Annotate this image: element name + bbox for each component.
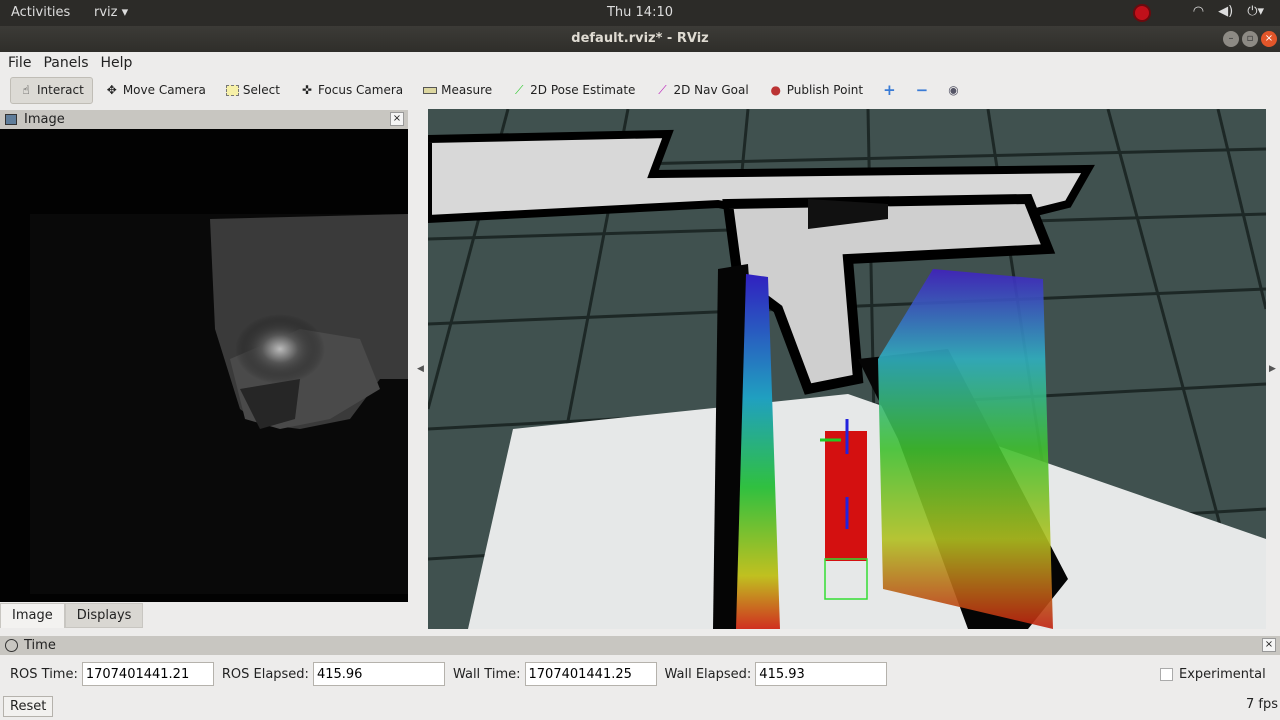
record-icon[interactable] [1133,4,1151,22]
select-icon [225,84,239,96]
menu-file[interactable]: File [8,55,31,71]
pin-icon: ● [770,83,781,97]
image-panel-title: Image [24,112,65,127]
tool-publish-point[interactable]: ● Publish Point [761,77,871,104]
power-icon: ⏻▾ [1247,4,1264,19]
clock[interactable]: Thu 14:10 [0,5,1280,20]
wall-time-field[interactable] [524,662,657,686]
plus-icon: + [883,81,896,99]
left-dock-tabs: Image Displays [0,603,144,628]
green-arrow-icon: ⟋ [514,82,524,97]
tool-label: Focus Camera [317,83,404,97]
ruler-icon [423,86,438,94]
tool-interact[interactable]: ☝ Interact [10,76,93,104]
window-title: default.rviz* - RViz [0,26,1280,52]
image-panel-icon [5,114,17,125]
menu-bar: File Panels Help [0,52,1280,74]
time-fields: ROS Time: ROS Elapsed: Wall Time: Wall E… [10,662,895,686]
tool-label: Select [242,83,280,97]
menu-panels[interactable]: Panels [43,55,88,71]
image-panel-close-button[interactable]: × [390,112,404,126]
ros-time-field[interactable] [81,662,214,686]
reset-button[interactable]: Reset [3,696,54,717]
move-icon: ✥ [106,83,117,97]
tab-image[interactable]: Image [0,603,65,628]
tool-label: Move Camera [122,83,206,97]
checkbox-box[interactable] [1160,668,1173,681]
time-panel-title: Time [24,638,56,653]
tool-label: 2D Pose Estimate [530,83,636,97]
tool-focus-camera[interactable]: ✜ Focus Camera [292,77,411,104]
wifi-icon: ◠ [1192,4,1205,19]
time-panel-header: Time [0,636,1280,655]
time-panel-close-button[interactable]: × [1262,638,1276,652]
fps-counter: 7 fps [1245,697,1278,712]
tool-measure[interactable]: Measure [415,77,500,104]
tool-label: Publish Point [786,83,864,97]
wall-time-label: Wall Time: [452,666,521,682]
tool-label: Interact [37,83,84,97]
tool-label: Measure [441,83,493,97]
purple-arrow-icon: ⟋ [658,82,667,97]
experimental-label: Experimental [1179,667,1266,682]
wall-elapsed-field[interactable] [755,662,888,686]
experimental-checkbox[interactable]: Experimental [1160,667,1266,682]
toolbar: ☝ Interact ✥ Move Camera Select ✜ Focus Cam… [0,75,1280,105]
maximize-button[interactable]: ▫ [1242,31,1258,47]
system-top-bar: Activities rviz ▾ Thu 14:10 ◠ ◀) ⏻▾ [0,0,1280,26]
3d-render-view[interactable] [428,109,1266,629]
3d-scene [428,109,1266,629]
ros-time-label: ROS Time: [10,666,78,682]
focus-icon: ✜ [301,83,312,97]
minimize-button[interactable]: – [1223,31,1239,47]
pointcloud-right [878,269,1053,629]
add-tool-button[interactable]: + [875,77,904,104]
wall-elapsed-label: Wall Elapsed: [664,666,752,682]
minus-icon: − [915,81,929,99]
menu-help[interactable]: Help [101,55,133,71]
depth-image-view [0,129,408,602]
remove-tool-button[interactable]: − [908,77,937,104]
tool-2d-pose-estimate[interactable]: ⟋ 2D Pose Estimate [504,77,643,104]
hand-icon: ☝ [22,83,30,97]
eye-icon: ◉ [948,83,959,97]
collapse-right-arrow[interactable]: ▶ [1269,364,1276,374]
camera-type-button[interactable]: ◉ [940,77,966,104]
system-tray[interactable]: ◠ ◀) ⏻▾ [1193,4,1264,19]
ros-elapsed-label: ROS Elapsed: [221,666,309,682]
ros-elapsed-field[interactable] [312,662,445,686]
tool-2d-nav-goal[interactable]: ⟋ 2D Nav Goal [647,77,756,104]
close-button[interactable]: × [1261,31,1277,47]
tab-displays[interactable]: Displays [64,603,144,628]
volume-icon: ◀) [1218,4,1234,19]
image-panel-header: Image [0,110,408,129]
tool-move-camera[interactable]: ✥ Move Camera [97,77,214,104]
depth-image [30,214,408,594]
tool-select[interactable]: Select [218,77,288,104]
clock-icon [5,639,18,652]
collapse-left-arrow[interactable]: ◀ [417,364,424,374]
tool-label: 2D Nav Goal [673,83,749,97]
